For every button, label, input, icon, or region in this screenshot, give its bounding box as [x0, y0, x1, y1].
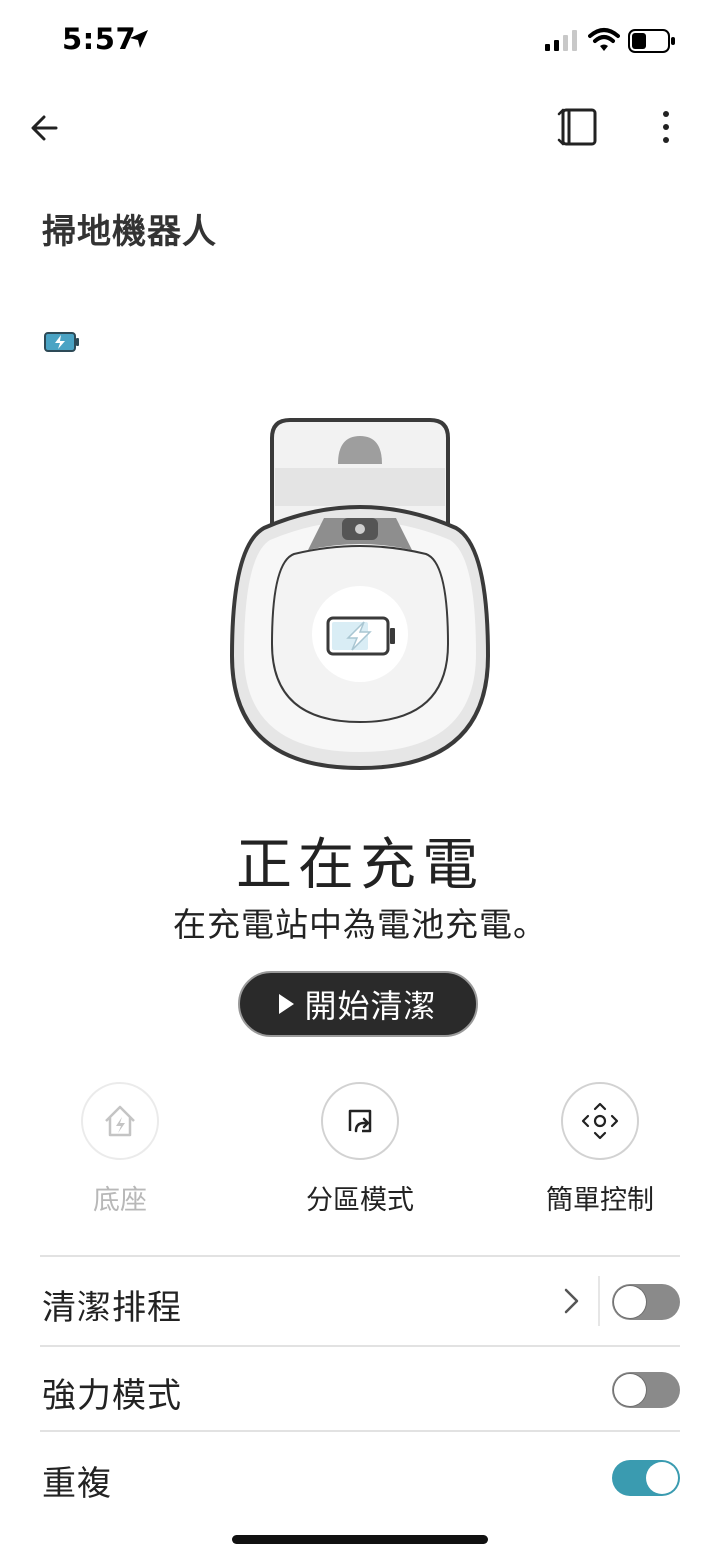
repeat-toggle[interactable] — [612, 1460, 680, 1496]
divider — [40, 1255, 680, 1257]
robot-vacuum-illustration — [229, 418, 491, 771]
signal-icon — [545, 30, 577, 51]
cleaning-schedule-label[interactable]: 清潔排程 — [42, 1280, 182, 1329]
zone-mode-label: 分區模式 — [306, 1185, 414, 1216]
simple-control-button[interactable]: 簡單控制 — [520, 1082, 680, 1222]
zone-mode-icon — [348, 1109, 372, 1133]
back-button[interactable] — [24, 106, 68, 150]
direction-pad-icon — [581, 1102, 619, 1140]
power-mode-toggle[interactable] — [612, 1372, 680, 1408]
power-mode-label: 強力模式 — [42, 1376, 182, 1416]
chevron-right-icon[interactable] — [558, 1286, 584, 1316]
location-arrow-icon — [130, 30, 148, 48]
dock-label: 底座 — [93, 1185, 147, 1216]
cleaning-schedule-toggle[interactable] — [612, 1284, 680, 1320]
battery-charging-icon — [44, 332, 79, 352]
home-charge-icon — [105, 1105, 135, 1137]
more-options-button[interactable] — [646, 104, 686, 150]
rotate-screen-button[interactable] — [556, 104, 602, 150]
start-cleaning-label: 開始清潔 — [304, 987, 437, 1025]
dock-button[interactable]: 底座 — [40, 1082, 200, 1222]
charging-status-title: 正在充電 — [236, 833, 484, 898]
home-indicator[interactable] — [232, 1535, 488, 1544]
charging-status-description: 在充電站中為電池充電。 — [173, 905, 547, 944]
play-icon — [279, 994, 295, 1014]
vertical-divider — [598, 1276, 600, 1326]
zone-mode-button[interactable]: 分區模式 — [280, 1082, 440, 1222]
divider — [40, 1345, 680, 1347]
toggle-knob — [646, 1462, 678, 1494]
divider — [40, 1430, 680, 1432]
toggle-knob — [614, 1374, 646, 1406]
wifi-icon — [588, 28, 620, 51]
toggle-knob — [614, 1286, 646, 1318]
repeat-label: 重複 — [42, 1464, 112, 1504]
status-time: 5:57 — [62, 22, 137, 56]
page-title: 掃地機器人 — [42, 212, 217, 252]
start-cleaning-button[interactable]: 開始清潔 — [238, 971, 478, 1037]
simple-control-label: 簡單控制 — [546, 1185, 654, 1216]
battery-icon — [628, 29, 675, 53]
